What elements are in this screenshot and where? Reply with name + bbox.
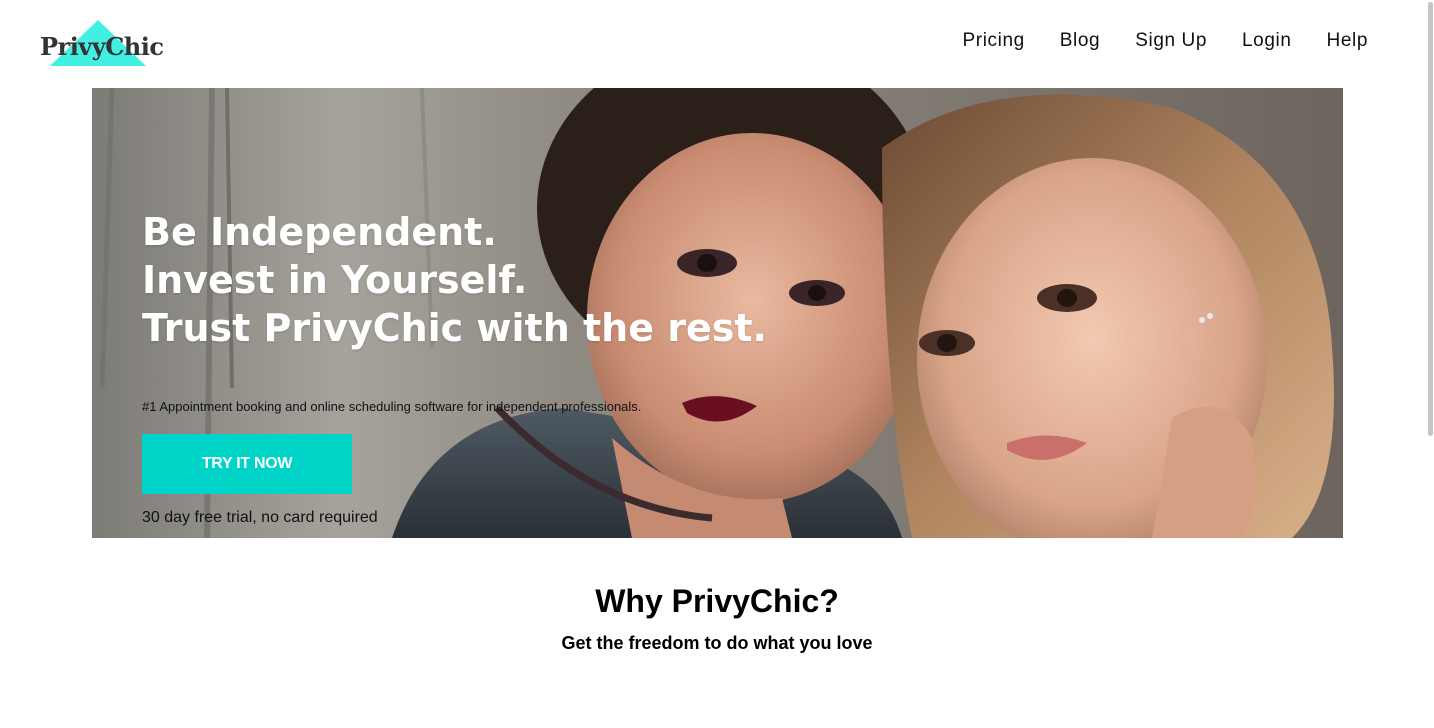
scrollbar-thumb[interactable] [1428,2,1433,436]
logo[interactable]: PrivyChic [40,18,170,68]
nav-login[interactable]: Login [1242,30,1292,52]
main-nav: Pricing Blog Sign Up Login Help [963,30,1369,52]
nav-blog[interactable]: Blog [1060,30,1100,52]
scrollbar[interactable] [1426,0,1434,728]
hero-headline-line-3: Trust PrivyChic with the rest. [142,306,767,350]
hero-subtitle: #1 Appointment booking and online schedu… [142,399,642,414]
hero-headline-line-2: Invest in Yourself. [142,258,528,302]
hero-headline: Be Independent. Invest in Yourself. Trus… [142,208,767,352]
why-subtitle: Get the freedom to do what you love [561,633,873,653]
logo-text: PrivyChic [40,32,164,61]
hero-headline-line-1: Be Independent. [142,210,497,254]
nav-sign-up[interactable]: Sign Up [1135,30,1207,52]
hero-banner: Be Independent. Invest in Yourself. Trus… [92,88,1343,538]
nav-help[interactable]: Help [1327,30,1368,52]
nav-pricing[interactable]: Pricing [963,30,1025,52]
page: PrivyChic Pricing Blog Sign Up Login Hel… [0,0,1434,728]
free-trial-note: 30 day free trial, no card required [142,509,378,526]
try-it-now-button[interactable]: TRY IT NOW [142,434,352,494]
why-title: Why PrivyChic? [595,583,839,619]
